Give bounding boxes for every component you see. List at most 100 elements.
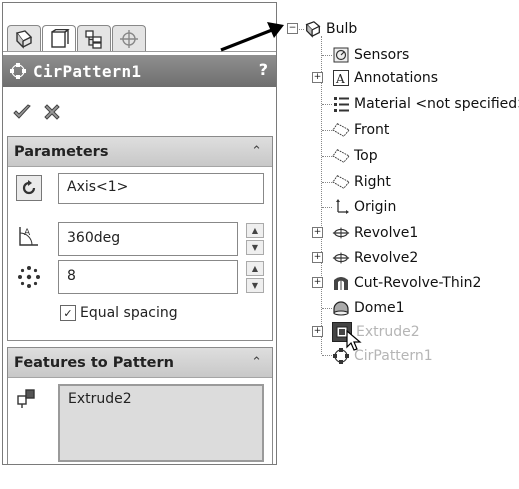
tab-configuration-manager[interactable] [77,25,111,51]
cancel-button[interactable] [41,101,63,123]
features-to-pattern-group: Features to Pattern ⌃ Extrude2 [7,347,273,464]
tree-item-label: Revolve1 [354,225,419,241]
ok-cancel-bar [11,97,63,127]
feature-manager-icon [15,29,33,49]
property-manager-icon [51,29,70,48]
part-icon [304,20,322,38]
circular-pattern-icon [10,63,26,79]
tree-item-label: Material <not specified> [354,96,519,112]
tree-item-sensors[interactable]: Sensors [332,44,409,66]
expand-toggle[interactable]: + [312,72,323,83]
revolve-icon [332,224,350,242]
collapse-icon[interactable]: ⌃ [251,355,262,370]
angle-spinner[interactable]: ▲ ▼ [246,223,264,255]
tree-item-label: Sensors [354,47,410,63]
instances-icon [18,266,40,288]
tree-connector [322,355,332,356]
annotation-arrow-icon [220,22,284,52]
dimxpert-icon [120,29,138,48]
reverse-direction-icon [22,180,36,195]
revolve-icon [332,249,350,267]
close-icon [44,104,60,120]
tree-connector [322,182,332,183]
tree-connector [322,55,332,56]
parameters-group: Parameters ⌃ Axis<1> A 360deg ▲ ▼ 8 ▲ ▼ … [7,136,273,341]
tree-item-label: Revolve2 [354,250,419,266]
tree-item-top[interactable]: Top [332,145,378,167]
spin-down-icon[interactable]: ▼ [246,278,264,293]
angle-field[interactable]: 360deg [58,222,238,256]
tree-root-bulb[interactable]: Bulb [304,18,357,40]
sensors-icon [332,46,350,64]
tab-dimxpert[interactable] [112,25,146,51]
tree-item-front[interactable]: Front [332,119,389,141]
cut-revolve-icon [332,274,350,292]
instances-spinner[interactable]: ▲ ▼ [246,261,264,293]
tree-item-label: Cut-Revolve-Thin2 [354,275,482,291]
property-manager-title-bar: CirPattern1 ? [3,55,276,87]
ok-button[interactable] [11,101,33,123]
checkbox-icon[interactable]: ✓ [60,305,76,321]
mouse-cursor-icon [346,330,362,351]
plane-icon [332,173,350,191]
equal-spacing-checkbox[interactable]: ✓ Equal spacing [60,305,178,321]
property-manager-panel: CirPattern1 ? Parameters ⌃ Axis<1> A 360… [2,2,277,465]
origin-icon [332,198,350,216]
tree-item-label: Front [354,122,390,138]
tree-connector [322,308,332,309]
help-button[interactable]: ? [259,60,268,79]
features-to-pattern-title: Features to Pattern [14,354,174,371]
tab-feature-manager[interactable] [7,25,41,51]
material-icon [332,95,350,113]
tree-connector [321,36,322,354]
tree-item-label: Right [354,174,391,190]
reverse-direction-button[interactable] [16,175,42,201]
tree-item-label: CirPattern1 [354,348,433,364]
tree-connector [322,156,332,157]
tree-connector [322,130,332,131]
tree-item-cut-revolve-thin2[interactable]: Cut-Revolve-Thin2 [332,272,481,294]
annotations-icon: A [332,69,350,87]
collapse-toggle[interactable]: − [287,23,298,34]
parameters-title: Parameters [14,143,109,160]
tree-item-dome1[interactable]: Dome1 [332,297,405,319]
feature-manager-tree: − Bulb Sensors + A Annotations Material … [282,0,519,489]
tree-item-label: Dome1 [354,300,405,316]
tree-item-label: Top [354,148,378,164]
instances-field[interactable]: 8 [58,260,238,294]
features-selection-box[interactable]: Extrude2 [58,384,264,462]
configuration-manager-icon [85,29,102,49]
tree-item-label: Origin [354,199,397,215]
svg-text:A: A [24,228,31,238]
tree-item-label: Annotations [354,70,439,86]
svg-text:A: A [335,72,345,86]
tab-property-manager[interactable] [42,25,76,52]
tree-item-origin[interactable]: Origin [332,196,396,218]
checkmark-icon [13,104,31,119]
spin-down-icon[interactable]: ▼ [246,240,264,255]
parameters-header[interactable]: Parameters ⌃ [8,137,272,167]
page-title: CirPattern1 [33,61,142,81]
collapse-icon[interactable]: ⌃ [251,144,262,159]
features-to-pattern-icon [17,389,35,408]
axis-field[interactable]: Axis<1> [58,173,264,204]
tree-item-right[interactable]: Right [332,171,391,193]
spin-up-icon[interactable]: ▲ [246,223,264,238]
tree-item-revolve1[interactable]: Revolve1 [332,222,418,244]
features-to-pattern-header[interactable]: Features to Pattern ⌃ [8,348,272,378]
tree-item-material[interactable]: Material <not specified> [332,93,519,115]
tree-item-revolve2[interactable]: Revolve2 [332,247,418,269]
spin-up-icon[interactable]: ▲ [246,261,264,276]
plane-icon [332,147,350,165]
dome-icon [332,299,350,317]
equal-spacing-label: Equal spacing [80,305,178,321]
tree-connector [322,104,332,105]
list-item[interactable]: Extrude2 [68,391,254,407]
expand-toggle[interactable]: + [312,227,323,238]
expand-toggle[interactable]: + [312,326,323,337]
expand-toggle[interactable]: + [312,252,323,263]
tree-connector [322,207,332,208]
tree-item-annotations[interactable]: A Annotations [332,67,438,89]
expand-toggle[interactable]: + [312,277,323,288]
tree-item-label: Extrude2 [356,324,420,340]
